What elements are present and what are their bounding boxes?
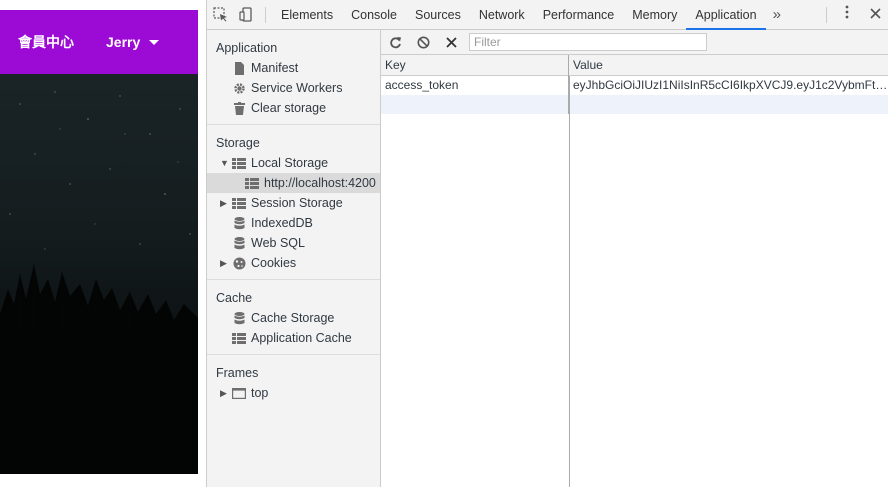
sidebar-item-label: Application Cache	[251, 331, 352, 345]
sidebar-item-label: Web SQL	[251, 236, 305, 250]
sidebar-item-service-workers[interactable]: Service Workers	[207, 78, 380, 98]
tab-performance[interactable]: Performance	[534, 0, 624, 30]
database-icon	[231, 236, 247, 250]
tab-console[interactable]: Console	[342, 0, 406, 30]
local-storage-view: Key Value access_token eyJhbGciOiJIUzI1N…	[381, 30, 888, 487]
sidebar-section-storage: Storage ▼ Local Storage http://localhost…	[207, 125, 380, 280]
sidebar-item-indexeddb[interactable]: IndexedDB	[207, 213, 380, 233]
sidebar-section-frames: Frames ▶ top	[207, 355, 380, 409]
tab-memory[interactable]: Memory	[623, 0, 686, 30]
section-title: Cache	[216, 291, 253, 305]
triangle-right-icon[interactable]: ▶	[220, 388, 231, 399]
refresh-icon[interactable]	[381, 30, 409, 55]
filter-input[interactable]	[469, 33, 707, 51]
hero-background-image	[0, 74, 198, 474]
storage-toolbar	[381, 30, 888, 55]
sidebar-item-label: http://localhost:4200	[264, 176, 376, 190]
sidebar-item-label: Cookies	[251, 256, 297, 270]
column-divider[interactable]	[569, 76, 570, 487]
sidebar-item-clear-storage[interactable]: Clear storage	[207, 98, 380, 118]
sidebar-item-label: IndexedDB	[251, 216, 313, 230]
document-icon	[231, 61, 247, 75]
trash-icon	[231, 101, 247, 115]
more-tabs-chevron-icon[interactable]: »	[766, 1, 788, 29]
sidebar-item-local-storage[interactable]: ▼ Local Storage	[207, 153, 380, 173]
gear-icon	[231, 81, 247, 95]
devtools-panel: Elements Console Sources Network Perform…	[206, 0, 888, 487]
section-title: Frames	[216, 366, 259, 380]
sidebar-section-application: Application Manifest Service Workers Cle…	[207, 30, 380, 125]
sidebar-item-label: Manifest	[251, 61, 299, 75]
caret-down-icon	[149, 39, 160, 45]
sidebar-item-web-sql[interactable]: Web SQL	[207, 233, 380, 253]
section-title: Storage	[216, 136, 260, 150]
grid-table-icon	[231, 331, 247, 345]
sidebar-item-session-storage[interactable]: ▶ Session Storage	[207, 193, 380, 213]
empty-row[interactable]	[381, 95, 888, 114]
storage-data-grid: Key Value access_token eyJhbGciOiJIUzI1N…	[381, 55, 888, 487]
site-header: 會員中心 Jerry	[0, 10, 198, 74]
user-name: Jerry	[106, 34, 141, 50]
sidebar-item-label: Cache Storage	[251, 311, 335, 325]
triangle-right-icon[interactable]: ▶	[220, 198, 231, 209]
night-forest-image	[0, 91, 198, 474]
toolbar-divider	[265, 6, 266, 23]
sidebar-item-label: Service Workers	[251, 81, 343, 95]
triangle-down-icon[interactable]: ▼	[220, 158, 231, 168]
triangle-right-icon[interactable]: ▶	[220, 258, 231, 269]
web-page: 會員中心 Jerry	[0, 0, 198, 487]
device-toolbar-icon[interactable]	[233, 0, 259, 30]
table-row[interactable]: access_token eyJhbGciOiJIUzI1NiIsInR5cCI…	[381, 76, 888, 95]
devtools-tabbar: Elements Console Sources Network Perform…	[207, 0, 888, 30]
delete-selected-icon[interactable]	[437, 30, 465, 55]
tab-sources[interactable]: Sources	[406, 0, 470, 30]
grid-header: Key Value	[381, 55, 888, 76]
kebab-menu-icon[interactable]	[833, 5, 861, 24]
member-center-link[interactable]: 會員中心	[18, 32, 74, 52]
tab-elements[interactable]: Elements	[272, 0, 342, 30]
sidebar-item-label: Clear storage	[251, 101, 327, 115]
database-icon	[231, 311, 247, 325]
application-sidebar: Application Manifest Service Workers Cle…	[207, 30, 381, 487]
column-header-key[interactable]: Key	[381, 55, 569, 76]
user-menu[interactable]: Jerry	[106, 34, 160, 50]
tab-application[interactable]: Application	[686, 0, 766, 30]
frame-window-icon	[231, 386, 247, 400]
sidebar-item-local-origin[interactable]: http://localhost:4200	[207, 173, 380, 193]
row-key[interactable]: access_token	[381, 76, 569, 95]
sidebar-item-manifest[interactable]: Manifest	[207, 58, 380, 78]
page-margin	[198, 0, 206, 487]
clear-all-icon[interactable]	[409, 30, 437, 55]
grid-table-icon	[244, 176, 260, 190]
empty-key-cell[interactable]	[381, 95, 569, 114]
cookie-icon	[231, 256, 247, 270]
sidebar-item-label: Local Storage	[251, 156, 329, 170]
close-devtools-icon[interactable]	[861, 6, 888, 24]
sidebar-item-application-cache[interactable]: Application Cache	[207, 328, 380, 348]
grid-table-icon	[231, 196, 247, 210]
grid-table-icon	[231, 156, 247, 170]
empty-value-cell[interactable]	[569, 95, 888, 114]
tab-network[interactable]: Network	[470, 0, 534, 30]
sidebar-section-cache: Cache Cache Storage Application Cache	[207, 280, 380, 355]
inspect-element-icon[interactable]	[207, 0, 233, 30]
row-value[interactable]: eyJhbGciOiJIUzI1NiIsInR5cCI6IkpXVCJ9.eyJ…	[569, 76, 888, 95]
sidebar-item-top-frame[interactable]: ▶ top	[207, 383, 380, 403]
sidebar-item-label: top	[251, 386, 269, 400]
sidebar-item-cookies[interactable]: ▶ Cookies	[207, 253, 380, 273]
sidebar-item-cache-storage[interactable]: Cache Storage	[207, 308, 380, 328]
column-header-value[interactable]: Value	[569, 55, 888, 76]
sidebar-item-label: Session Storage	[251, 196, 343, 210]
section-title: Application	[216, 41, 278, 55]
toolbar-divider	[826, 6, 827, 23]
database-icon	[231, 216, 247, 230]
